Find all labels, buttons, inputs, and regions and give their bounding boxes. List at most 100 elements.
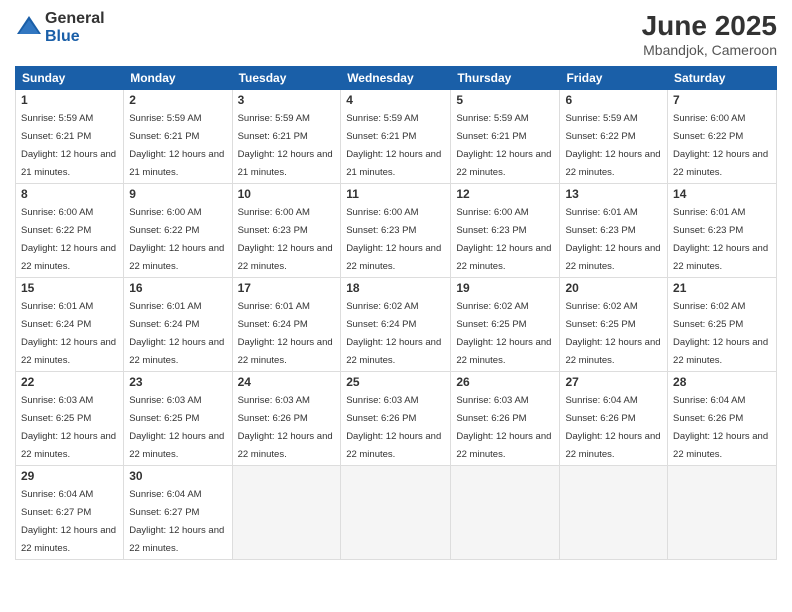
table-cell: 9 Sunrise: 6:00 AMSunset: 6:22 PMDayligh… — [124, 184, 232, 278]
col-monday: Monday — [124, 67, 232, 90]
day-info: Sunrise: 6:02 AMSunset: 6:25 PMDaylight:… — [456, 301, 551, 366]
col-sunday: Sunday — [16, 67, 124, 90]
day-info: Sunrise: 6:03 AMSunset: 6:26 PMDaylight:… — [238, 395, 333, 460]
table-cell — [232, 466, 341, 560]
day-info: Sunrise: 5:59 AMSunset: 6:21 PMDaylight:… — [21, 113, 116, 178]
table-cell: 14 Sunrise: 6:01 AMSunset: 6:23 PMDaylig… — [668, 184, 777, 278]
header: General Blue June 2025 Mbandjok, Cameroo… — [15, 10, 777, 58]
day-info: Sunrise: 6:02 AMSunset: 6:25 PMDaylight:… — [673, 301, 768, 366]
day-number: 4 — [346, 93, 445, 107]
table-cell — [668, 466, 777, 560]
logo-general: General — [45, 10, 105, 28]
col-friday: Friday — [560, 67, 668, 90]
table-cell: 5 Sunrise: 5:59 AMSunset: 6:21 PMDayligh… — [451, 90, 560, 184]
table-cell: 10 Sunrise: 6:00 AMSunset: 6:23 PMDaylig… — [232, 184, 341, 278]
calendar-table: Sunday Monday Tuesday Wednesday Thursday… — [15, 66, 777, 560]
table-cell: 2 Sunrise: 5:59 AMSunset: 6:21 PMDayligh… — [124, 90, 232, 184]
day-number: 25 — [346, 375, 445, 389]
table-cell: 4 Sunrise: 5:59 AMSunset: 6:21 PMDayligh… — [341, 90, 451, 184]
day-number: 1 — [21, 93, 118, 107]
day-info: Sunrise: 6:00 AMSunset: 6:23 PMDaylight:… — [346, 207, 441, 272]
day-info: Sunrise: 6:03 AMSunset: 6:25 PMDaylight:… — [129, 395, 224, 460]
table-cell: 25 Sunrise: 6:03 AMSunset: 6:26 PMDaylig… — [341, 372, 451, 466]
day-number: 17 — [238, 281, 336, 295]
day-number: 6 — [565, 93, 662, 107]
col-saturday: Saturday — [668, 67, 777, 90]
day-info: Sunrise: 6:03 AMSunset: 6:26 PMDaylight:… — [346, 395, 441, 460]
logo-text: General Blue — [45, 10, 105, 45]
day-info: Sunrise: 6:01 AMSunset: 6:23 PMDaylight:… — [673, 207, 768, 272]
week-row-1: 1 Sunrise: 5:59 AMSunset: 6:21 PMDayligh… — [16, 90, 777, 184]
table-cell — [451, 466, 560, 560]
title-block: June 2025 Mbandjok, Cameroon — [642, 10, 777, 58]
table-cell: 22 Sunrise: 6:03 AMSunset: 6:25 PMDaylig… — [16, 372, 124, 466]
day-number: 12 — [456, 187, 554, 201]
day-info: Sunrise: 6:04 AMSunset: 6:26 PMDaylight:… — [673, 395, 768, 460]
day-info: Sunrise: 6:04 AMSunset: 6:26 PMDaylight:… — [565, 395, 660, 460]
day-info: Sunrise: 6:02 AMSunset: 6:25 PMDaylight:… — [565, 301, 660, 366]
page: General Blue June 2025 Mbandjok, Cameroo… — [0, 0, 792, 612]
day-number: 14 — [673, 187, 771, 201]
day-info: Sunrise: 6:01 AMSunset: 6:24 PMDaylight:… — [238, 301, 333, 366]
day-info: Sunrise: 6:00 AMSunset: 6:22 PMDaylight:… — [673, 113, 768, 178]
day-number: 2 — [129, 93, 226, 107]
week-row-4: 22 Sunrise: 6:03 AMSunset: 6:25 PMDaylig… — [16, 372, 777, 466]
day-number: 24 — [238, 375, 336, 389]
week-row-3: 15 Sunrise: 6:01 AMSunset: 6:24 PMDaylig… — [16, 278, 777, 372]
day-number: 3 — [238, 93, 336, 107]
table-cell: 6 Sunrise: 5:59 AMSunset: 6:22 PMDayligh… — [560, 90, 668, 184]
logo-icon — [15, 14, 43, 42]
table-cell: 13 Sunrise: 6:01 AMSunset: 6:23 PMDaylig… — [560, 184, 668, 278]
day-info: Sunrise: 6:03 AMSunset: 6:26 PMDaylight:… — [456, 395, 551, 460]
table-cell: 26 Sunrise: 6:03 AMSunset: 6:26 PMDaylig… — [451, 372, 560, 466]
day-info: Sunrise: 5:59 AMSunset: 6:21 PMDaylight:… — [456, 113, 551, 178]
day-number: 23 — [129, 375, 226, 389]
table-cell: 11 Sunrise: 6:00 AMSunset: 6:23 PMDaylig… — [341, 184, 451, 278]
day-number: 29 — [21, 469, 118, 483]
day-number: 9 — [129, 187, 226, 201]
day-info: Sunrise: 6:01 AMSunset: 6:24 PMDaylight:… — [129, 301, 224, 366]
day-info: Sunrise: 6:00 AMSunset: 6:23 PMDaylight:… — [238, 207, 333, 272]
table-cell — [560, 466, 668, 560]
calendar-title: June 2025 — [642, 10, 777, 42]
table-cell: 7 Sunrise: 6:00 AMSunset: 6:22 PMDayligh… — [668, 90, 777, 184]
col-tuesday: Tuesday — [232, 67, 341, 90]
day-number: 16 — [129, 281, 226, 295]
table-cell: 20 Sunrise: 6:02 AMSunset: 6:25 PMDaylig… — [560, 278, 668, 372]
day-number: 26 — [456, 375, 554, 389]
day-number: 7 — [673, 93, 771, 107]
table-cell: 29 Sunrise: 6:04 AMSunset: 6:27 PMDaylig… — [16, 466, 124, 560]
table-cell: 12 Sunrise: 6:00 AMSunset: 6:23 PMDaylig… — [451, 184, 560, 278]
day-info: Sunrise: 6:00 AMSunset: 6:22 PMDaylight:… — [21, 207, 116, 272]
week-row-2: 8 Sunrise: 6:00 AMSunset: 6:22 PMDayligh… — [16, 184, 777, 278]
day-info: Sunrise: 6:01 AMSunset: 6:24 PMDaylight:… — [21, 301, 116, 366]
table-cell: 28 Sunrise: 6:04 AMSunset: 6:26 PMDaylig… — [668, 372, 777, 466]
day-info: Sunrise: 6:04 AMSunset: 6:27 PMDaylight:… — [129, 489, 224, 554]
day-info: Sunrise: 5:59 AMSunset: 6:22 PMDaylight:… — [565, 113, 660, 178]
week-row-5: 29 Sunrise: 6:04 AMSunset: 6:27 PMDaylig… — [16, 466, 777, 560]
day-info: Sunrise: 6:01 AMSunset: 6:23 PMDaylight:… — [565, 207, 660, 272]
day-number: 28 — [673, 375, 771, 389]
day-number: 19 — [456, 281, 554, 295]
table-cell: 15 Sunrise: 6:01 AMSunset: 6:24 PMDaylig… — [16, 278, 124, 372]
logo-blue: Blue — [45, 28, 105, 46]
table-cell: 18 Sunrise: 6:02 AMSunset: 6:24 PMDaylig… — [341, 278, 451, 372]
day-number: 13 — [565, 187, 662, 201]
day-number: 11 — [346, 187, 445, 201]
table-cell: 3 Sunrise: 5:59 AMSunset: 6:21 PMDayligh… — [232, 90, 341, 184]
logo: General Blue — [15, 10, 105, 45]
col-wednesday: Wednesday — [341, 67, 451, 90]
day-info: Sunrise: 5:59 AMSunset: 6:21 PMDaylight:… — [346, 113, 441, 178]
day-info: Sunrise: 5:59 AMSunset: 6:21 PMDaylight:… — [129, 113, 224, 178]
col-thursday: Thursday — [451, 67, 560, 90]
table-cell: 17 Sunrise: 6:01 AMSunset: 6:24 PMDaylig… — [232, 278, 341, 372]
table-cell: 1 Sunrise: 5:59 AMSunset: 6:21 PMDayligh… — [16, 90, 124, 184]
table-cell: 8 Sunrise: 6:00 AMSunset: 6:22 PMDayligh… — [16, 184, 124, 278]
table-cell: 23 Sunrise: 6:03 AMSunset: 6:25 PMDaylig… — [124, 372, 232, 466]
day-number: 5 — [456, 93, 554, 107]
day-number: 30 — [129, 469, 226, 483]
day-info: Sunrise: 5:59 AMSunset: 6:21 PMDaylight:… — [238, 113, 333, 178]
day-info: Sunrise: 6:03 AMSunset: 6:25 PMDaylight:… — [21, 395, 116, 460]
calendar-subtitle: Mbandjok, Cameroon — [642, 42, 777, 58]
day-number: 21 — [673, 281, 771, 295]
